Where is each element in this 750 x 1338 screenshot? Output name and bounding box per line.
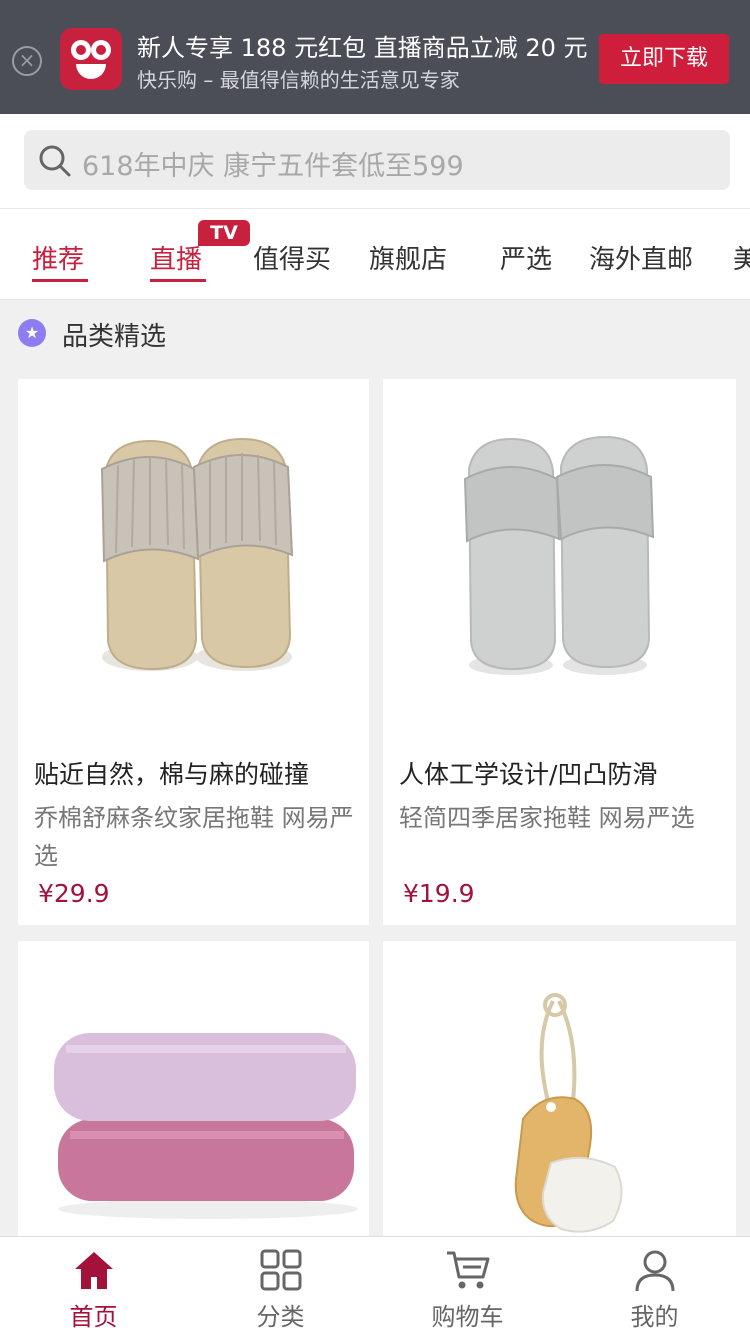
product-name: 乔棉舒麻条纹家居拖鞋 网易严选: [34, 804, 354, 870]
product-card[interactable]: [383, 941, 736, 1241]
tab-worth-buying[interactable]: 值得买: [253, 239, 331, 276]
product-tagline: 人体工学设计/凹凸防滑: [399, 760, 658, 789]
banner-subtitle: 快乐购 – 最值得信赖的生活意见专家: [137, 68, 460, 92]
download-button[interactable]: 立即下载: [599, 34, 729, 84]
tab-overseas-direct[interactable]: 海外直邮: [589, 239, 693, 276]
app-download-banner: × 新人专享 188 元红包 直播商品立减 20 元 快乐购 – 最值得信赖的生…: [0, 0, 750, 114]
search-icon: [39, 145, 71, 177]
nav-category-label: 分类: [256, 1303, 305, 1331]
search-bar: 618年中庆 康宁五件套低至599: [0, 114, 750, 209]
section-title: 品类精选: [62, 322, 167, 352]
nav-home-label: 首页: [69, 1303, 118, 1331]
tab-recommend-underline: [32, 279, 88, 282]
nav-profile[interactable]: 我的: [561, 1237, 748, 1338]
tv-badge: TV: [198, 220, 250, 246]
user-icon: [635, 1250, 675, 1292]
tab-live-underline: [150, 279, 206, 282]
tab-flagship-store[interactable]: 旗舰店: [369, 239, 447, 276]
product-card[interactable]: 贴近自然，棉与麻的碰撞 乔棉舒麻条纹家居拖鞋 网易严选 ¥29.9: [18, 379, 369, 925]
tab-live[interactable]: 直播: [150, 239, 202, 276]
grey-slides-image: [463, 435, 655, 675]
nav-cart[interactable]: 购物车: [374, 1237, 561, 1338]
nav-home[interactable]: 首页: [0, 1237, 187, 1338]
product-tagline: 贴近自然，棉与麻的碰撞: [34, 760, 310, 789]
cart-icon: [447, 1251, 490, 1289]
search-input[interactable]: 618年中庆 康宁五件套低至599: [24, 130, 730, 190]
wooden-face-brush-image: [514, 993, 623, 1233]
category-tabs: 推荐 直播 TV 值得买 旗舰店 严选 海外直邮 美: [0, 209, 750, 300]
product-price: ¥29.9: [38, 879, 110, 908]
linen-slippers-image: [100, 437, 294, 671]
grid-icon: [260, 1249, 302, 1291]
product-card[interactable]: 人体工学设计/凹凸防滑 轻简四季居家拖鞋 网易严选 ¥19.9: [383, 379, 736, 925]
nav-profile-label: 我的: [630, 1303, 679, 1331]
product-price: ¥19.9: [403, 879, 475, 908]
folded-towels-image: [54, 1033, 358, 1219]
banner-title: 新人专享 188 元红包 直播商品立减 20 元: [137, 34, 588, 62]
product-name: 轻简四季居家拖鞋 网易严选: [399, 804, 695, 832]
tab-beauty[interactable]: 美: [733, 239, 750, 276]
home-icon: [75, 1252, 113, 1289]
app-logo: [60, 28, 122, 90]
tab-recommend[interactable]: 推荐: [32, 239, 84, 276]
nav-category[interactable]: 分类: [187, 1237, 374, 1338]
search-placeholder: 618年中庆 康宁五件套低至599: [82, 151, 464, 182]
nav-cart-label: 购物车: [431, 1303, 504, 1331]
tab-yanxuan[interactable]: 严选: [500, 239, 552, 276]
bottom-navigation: 首页 分类 购物车 我的: [0, 1236, 750, 1338]
product-card[interactable]: [18, 941, 369, 1241]
star-icon: ★: [18, 319, 46, 347]
close-icon[interactable]: ×: [12, 46, 42, 76]
